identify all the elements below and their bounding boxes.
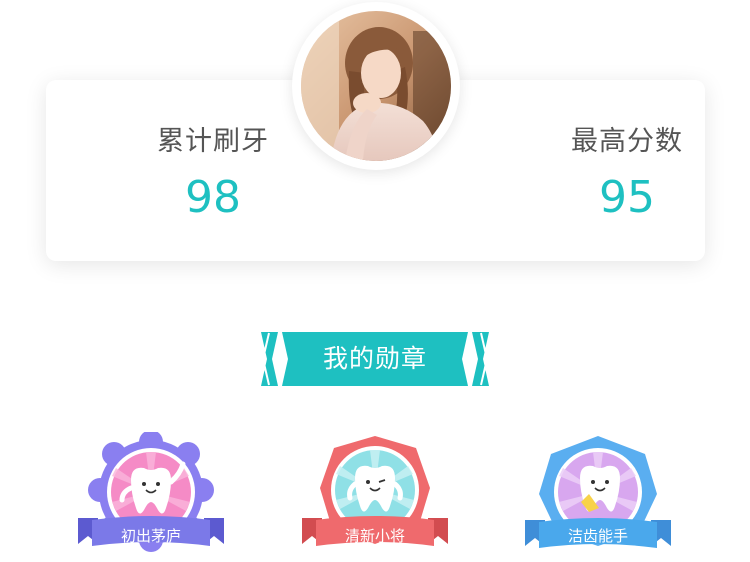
badge-clean-teeth-expert[interactable]: 洁齿能手 bbox=[523, 432, 673, 562]
total-brushing-stat: 累计刷牙 98 bbox=[103, 124, 323, 228]
best-score-value: 95 bbox=[599, 172, 655, 223]
avatar-ring[interactable] bbox=[292, 2, 460, 170]
badge-beginner[interactable]: 初出茅庐 bbox=[76, 432, 226, 562]
medals-section-banner: 我的勋章 bbox=[258, 331, 492, 387]
medals-section-title: 我的勋章 bbox=[322, 344, 427, 373]
badge-clean-teeth-expert-label: 洁齿能手 bbox=[567, 527, 628, 545]
avatar[interactable] bbox=[301, 11, 451, 161]
total-brushing-value: 98 bbox=[185, 172, 241, 223]
badge-beginner-label: 初出茅庐 bbox=[120, 527, 181, 545]
best-score-stat: 最高分数 95 bbox=[517, 124, 737, 228]
total-brushing-label: 累计刷牙 bbox=[157, 126, 269, 157]
badge-fresh-rookie-label: 清新小将 bbox=[344, 527, 405, 545]
best-score-label: 最高分数 bbox=[571, 126, 683, 157]
badge-fresh-rookie[interactable]: 清新小将 bbox=[300, 432, 450, 562]
